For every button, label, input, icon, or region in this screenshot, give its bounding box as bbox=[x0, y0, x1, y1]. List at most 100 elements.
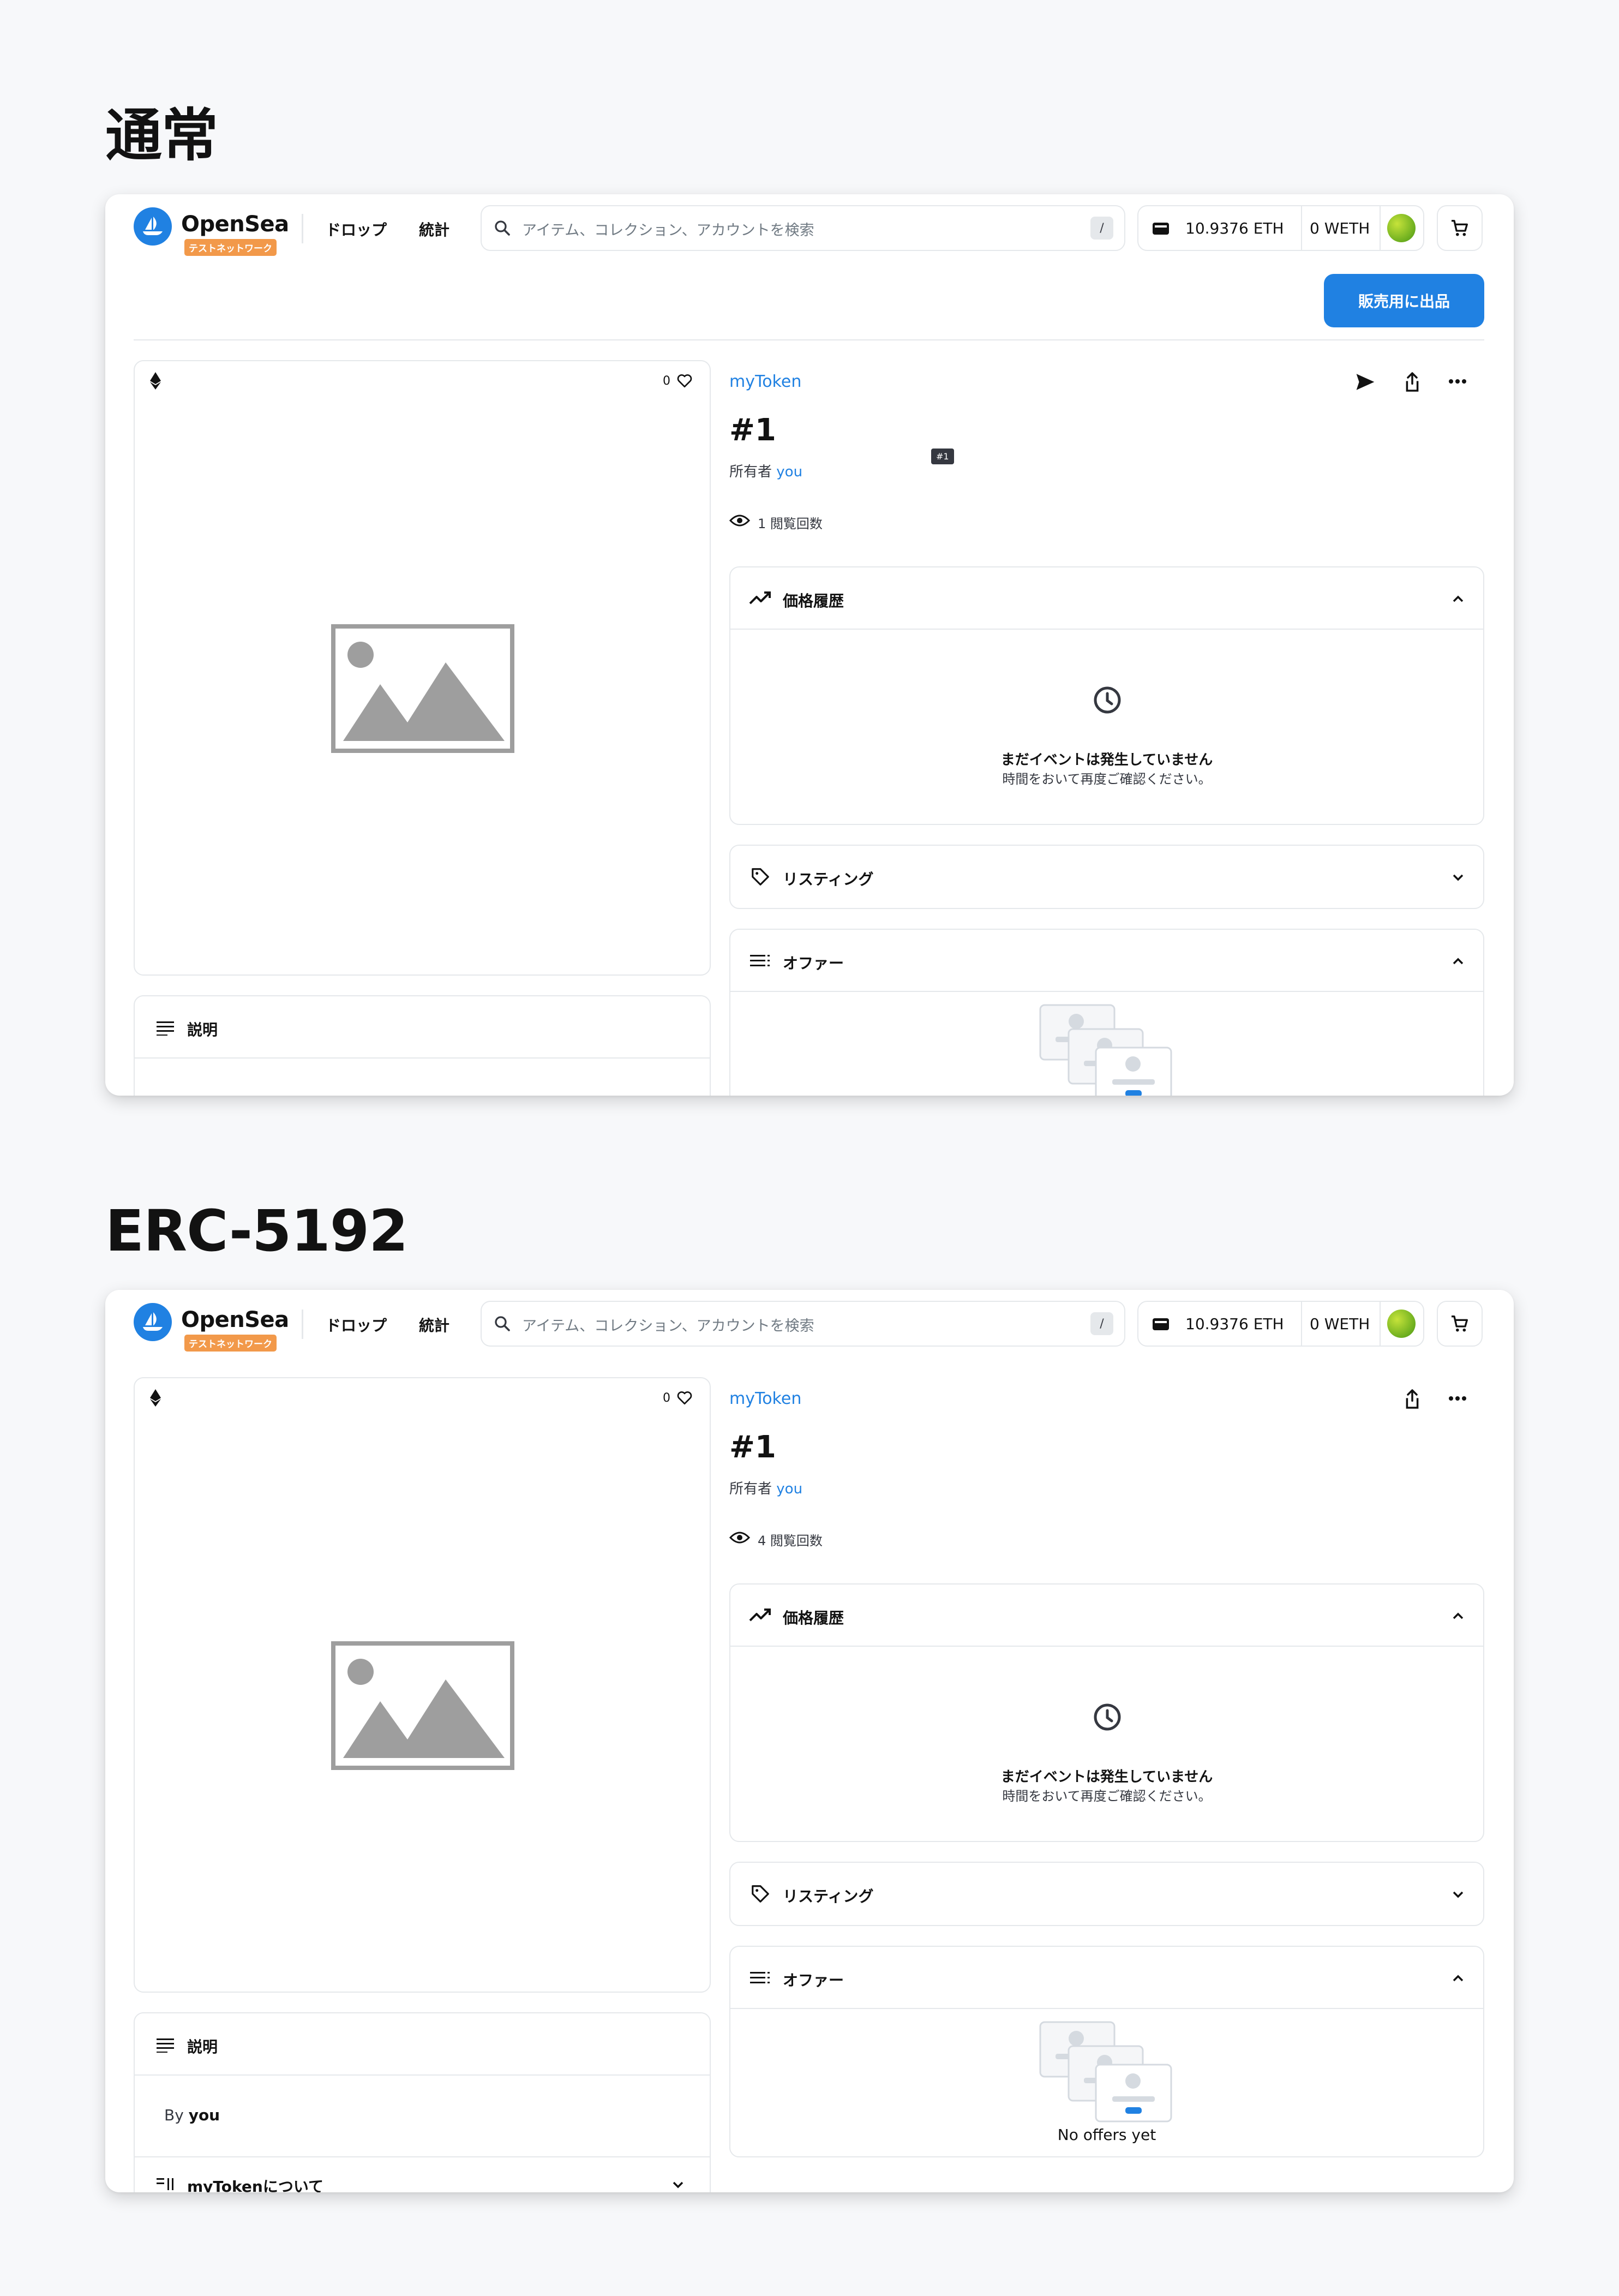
description-panel[interactable]: 説明 bbox=[134, 995, 711, 1096]
description-panel[interactable]: 説明 By you myTokenについて bbox=[134, 2012, 711, 2192]
logo-text[interactable]: OpenSea bbox=[181, 212, 289, 237]
opensea-logo-icon[interactable] bbox=[134, 207, 172, 246]
transfer-icon[interactable] bbox=[1354, 372, 1376, 392]
cart-icon bbox=[1452, 220, 1468, 236]
about-icon bbox=[157, 2178, 173, 2190]
owner-link[interactable]: you bbox=[776, 1481, 802, 1497]
offers-list-icon bbox=[750, 955, 770, 966]
about-title[interactable]: myTokenについて bbox=[187, 2175, 323, 2192]
share-icon[interactable] bbox=[1404, 1388, 1421, 1410]
screenshot-card-erc5192: OpenSea テストネットワーク ドロップ 統計 アイテム、コレクション、アカ… bbox=[105, 1290, 1514, 2192]
description-icon bbox=[157, 2038, 174, 2053]
owner-prefix: 所有者 bbox=[729, 1481, 772, 1497]
creator-prefix: By bbox=[164, 2106, 184, 2124]
owner-info: 所有者 you bbox=[729, 461, 802, 481]
price-history-panel[interactable]: 価格履歴 まだイベントは発生していません 時間をおいて再度ご確認ください。 bbox=[729, 1583, 1484, 1842]
chevron-down-icon[interactable] bbox=[1452, 873, 1465, 882]
empty-events-subtitle: 時間をおいて再度ご確認ください。 bbox=[1002, 1789, 1212, 1804]
view-count: 4 閲覧回数 bbox=[758, 1533, 823, 1548]
nav-stats-link[interactable]: 統計 bbox=[419, 218, 449, 240]
cart-icon bbox=[1452, 1316, 1468, 1332]
nft-media[interactable]: 0 bbox=[134, 360, 711, 976]
clock-icon bbox=[1094, 686, 1121, 714]
sell-button[interactable]: 販売用に出品 bbox=[1324, 274, 1484, 327]
description-title: 説明 bbox=[187, 1021, 218, 1039]
heart-icon[interactable] bbox=[676, 1389, 693, 1407]
search-bar[interactable]: アイテム、コレクション、アカウントを検索 / bbox=[481, 1301, 1125, 1347]
listings-title: リスティング bbox=[783, 1887, 874, 1905]
no-offers-text: No offers yet bbox=[1057, 2126, 1156, 2144]
offers-header[interactable]: オファー bbox=[730, 1947, 1483, 2009]
eth-balance: 10.9376 ETH bbox=[1185, 1315, 1284, 1333]
chevron-up-icon[interactable] bbox=[1452, 595, 1465, 603]
more-options-icon[interactable] bbox=[1448, 379, 1467, 384]
empty-events-title: まだイベントは発生していません bbox=[1000, 752, 1213, 768]
more-options-icon[interactable] bbox=[1448, 1396, 1467, 1401]
opensea-logo-icon[interactable] bbox=[134, 1303, 172, 1341]
chevron-down-icon[interactable] bbox=[671, 2180, 685, 2189]
chevron-up-icon[interactable] bbox=[1452, 1974, 1465, 1983]
chevron-up-icon[interactable] bbox=[1452, 957, 1465, 966]
price-history-header[interactable]: 価格履歴 bbox=[730, 1585, 1483, 1647]
nav-divider bbox=[302, 1310, 303, 1339]
like-count: 0 bbox=[663, 1391, 670, 1405]
nav-drops-link[interactable]: ドロップ bbox=[326, 218, 387, 240]
listings-header[interactable]: リスティング bbox=[730, 846, 1483, 908]
price-history-header[interactable]: 価格履歴 bbox=[730, 567, 1483, 630]
tooltip: #1 bbox=[931, 449, 954, 464]
cart-button[interactable] bbox=[1437, 1301, 1483, 1347]
cart-button[interactable] bbox=[1437, 205, 1483, 251]
heart-icon[interactable] bbox=[676, 372, 693, 390]
description-header[interactable]: 説明 bbox=[135, 996, 710, 1059]
wallet-divider bbox=[1380, 205, 1381, 251]
search-bar[interactable]: アイテム、コレクション、アカウントを検索 / bbox=[481, 205, 1125, 251]
description-title: 説明 bbox=[187, 2038, 218, 2056]
offers-panel[interactable]: オファー No offers yet bbox=[729, 1946, 1484, 2157]
token-title: #1 bbox=[729, 412, 776, 448]
eye-icon bbox=[729, 1532, 750, 1544]
price-history-title: 価格履歴 bbox=[783, 592, 844, 610]
wallet-balance[interactable]: 10.9376 ETH 0 WETH bbox=[1137, 1301, 1424, 1347]
nav-stats-link[interactable]: 統計 bbox=[419, 1314, 449, 1336]
header-divider bbox=[134, 339, 1484, 340]
collection-link[interactable]: myToken bbox=[729, 372, 801, 391]
avatar[interactable] bbox=[1387, 214, 1416, 242]
offers-header[interactable]: オファー bbox=[730, 930, 1483, 992]
image-placeholder-icon bbox=[331, 624, 514, 753]
listings-panel[interactable]: リスティング bbox=[729, 845, 1484, 909]
wallet-balance[interactable]: 10.9376 ETH 0 WETH bbox=[1137, 205, 1424, 251]
weth-balance: 0 WETH bbox=[1310, 1315, 1370, 1333]
view-count: 1 閲覧回数 bbox=[758, 516, 823, 531]
search-shortcut-badge: / bbox=[1090, 217, 1113, 240]
empty-events-title: まだイベントは発生していません bbox=[1000, 1769, 1213, 1785]
wallet-divider bbox=[1301, 1301, 1302, 1347]
offers-panel[interactable]: オファー bbox=[729, 929, 1484, 1096]
token-title: #1 bbox=[729, 1430, 776, 1465]
trending-icon bbox=[749, 1609, 771, 1622]
chevron-down-icon[interactable] bbox=[1452, 1890, 1465, 1899]
ethereum-icon bbox=[150, 1389, 161, 1407]
listings-header[interactable]: リスティング bbox=[730, 1863, 1483, 1925]
weth-balance: 0 WETH bbox=[1310, 219, 1370, 237]
collection-link[interactable]: myToken bbox=[729, 1389, 801, 1408]
search-input[interactable]: アイテム、コレクション、アカウントを検索 bbox=[522, 1314, 814, 1335]
share-icon[interactable] bbox=[1404, 371, 1421, 393]
creator-link[interactable]: you bbox=[189, 2106, 220, 2124]
testnet-badge: テストネットワーク bbox=[184, 239, 277, 256]
empty-events-subtitle: 時間をおいて再度ご確認ください。 bbox=[1002, 772, 1212, 787]
nav-drops-link[interactable]: ドロップ bbox=[326, 1314, 387, 1336]
price-history-panel[interactable]: 価格履歴 まだイベントは発生していません 時間をおいて再度ご確認ください。 bbox=[729, 566, 1484, 825]
offers-list-icon bbox=[750, 1972, 770, 1983]
listings-panel[interactable]: リスティング bbox=[729, 1862, 1484, 1926]
description-header[interactable]: 説明 bbox=[135, 2013, 710, 2076]
search-input[interactable]: アイテム、コレクション、アカウントを検索 bbox=[522, 218, 814, 240]
offers-title: オファー bbox=[783, 1971, 844, 1989]
nft-media[interactable]: 0 bbox=[134, 1377, 711, 1993]
tag-icon bbox=[752, 1885, 769, 1903]
logo-text[interactable]: OpenSea bbox=[181, 1307, 289, 1332]
chevron-up-icon[interactable] bbox=[1452, 1612, 1465, 1621]
offers-title: オファー bbox=[783, 954, 844, 972]
avatar[interactable] bbox=[1387, 1310, 1416, 1338]
owner-link[interactable]: you bbox=[776, 464, 802, 480]
creator-info: By you bbox=[164, 2106, 220, 2124]
